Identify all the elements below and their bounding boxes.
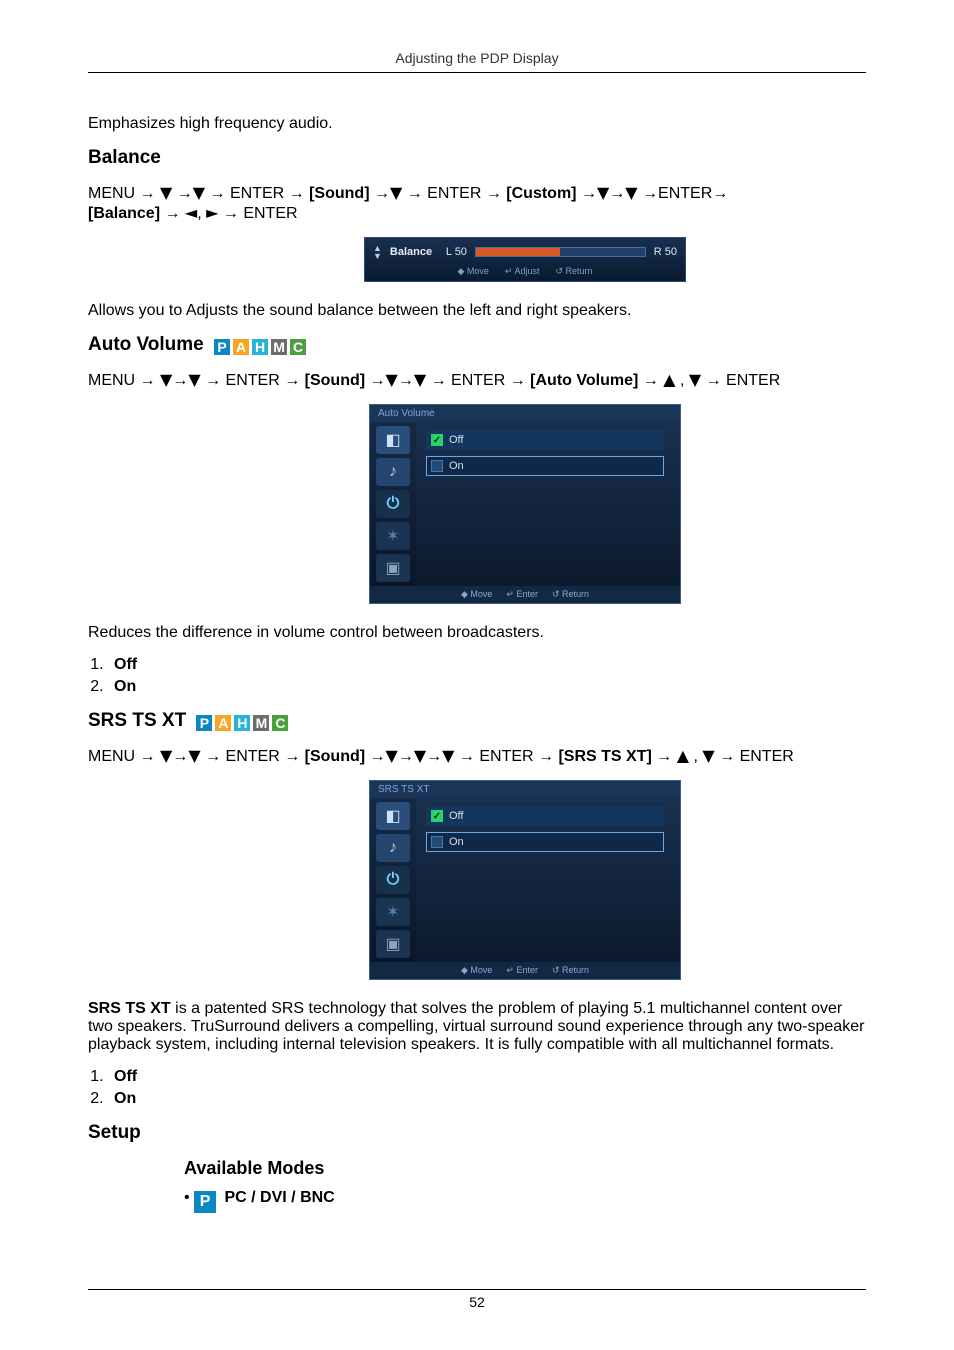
balance-desc: Allows you to Adjusts the sound balance …: [88, 302, 866, 320]
mode-a-icon: A: [232, 338, 250, 356]
osd-icon-sound: ♪: [376, 834, 410, 862]
mode-badges: P A H M C: [213, 338, 307, 356]
srs-desc: SRS TS XT is a patented SRS technology t…: [88, 1000, 866, 1054]
list-item: Off: [108, 656, 866, 674]
list-item: On: [108, 1090, 866, 1108]
check-icon: ✓: [431, 810, 443, 822]
list-item: On: [108, 678, 866, 696]
osd-icon-settings: ✶: [376, 898, 410, 926]
list-item: Off: [108, 1068, 866, 1086]
check-icon: ✓: [431, 434, 443, 446]
mode-p-icon: P: [213, 338, 231, 356]
osd-panel-title: Auto Volume: [370, 405, 680, 422]
autovolume-desc: Reduces the difference in volume control…: [88, 624, 866, 642]
osd-option-off: ✓ Off: [426, 806, 664, 826]
srs-menu-path: MENU → ▼→▼ → ENTER → [Sound] →▼→▼→▼ → EN…: [88, 746, 866, 766]
list-item: P PC / DVI / BNC: [184, 1189, 866, 1213]
osd-option-on: On: [426, 456, 664, 476]
available-modes-list: P PC / DVI / BNC: [184, 1189, 866, 1213]
osd-hint-move: ◆ Move: [457, 266, 488, 277]
mode-a-icon: A: [214, 714, 232, 732]
mode-p-icon: P: [194, 1191, 216, 1213]
osd-balance-bar: [475, 247, 646, 257]
osd-balance-panel: ▲▼ Balance L 50 R 50 ◆ Move ↵ Adjust ↺ R…: [364, 237, 686, 282]
osd-hint-adjust: ↵ Adjust: [505, 266, 540, 277]
mode-h-icon: H: [251, 338, 269, 356]
checkbox-icon: [431, 460, 443, 472]
running-header: Adjusting the PDP Display: [88, 50, 866, 73]
mode-m-icon: M: [270, 338, 288, 356]
srs-options-list: Off On: [88, 1068, 866, 1108]
mode-h-icon: H: [233, 714, 251, 732]
osd-balance-right-value: R 50: [654, 246, 677, 258]
osd-hint-move: ◆ Move: [461, 589, 492, 600]
mode-m-icon: M: [252, 714, 270, 732]
heading-setup: Setup: [88, 1122, 866, 1144]
osd-option-on: On: [426, 832, 664, 852]
heading-available-modes: Available Modes: [184, 1158, 866, 1179]
osd-icon-sound: ♪: [376, 458, 410, 486]
osd-icon-picture: ◧: [376, 802, 410, 830]
osd-hint-enter: ↵ Enter: [506, 589, 538, 600]
osd-icon-input: ▣: [376, 554, 410, 582]
osd-icon-power: ⏻: [376, 490, 410, 518]
autovolume-menu-path: MENU → ▼→▼ → ENTER → [Sound] →▼→▼ → ENTE…: [88, 370, 866, 390]
osd-hint-move: ◆ Move: [461, 965, 492, 976]
osd-icon-power: ⏻: [376, 866, 410, 894]
heading-auto-volume: Auto Volume P A H M C: [88, 334, 866, 356]
page-number: 52: [88, 1289, 866, 1310]
balance-menu-path: MENU → ▼ →▼ → ENTER → [Sound] →▼ → ENTER…: [88, 183, 866, 223]
osd-icon-settings: ✶: [376, 522, 410, 550]
autovolume-options-list: Off On: [88, 656, 866, 696]
osd-hint-return: ↺ Return: [555, 266, 592, 277]
checkbox-icon: [431, 836, 443, 848]
osd-hint-enter: ↵ Enter: [506, 965, 538, 976]
prev-section-text: Emphasizes high frequency audio.: [88, 115, 866, 133]
heading-balance: Balance: [88, 147, 866, 169]
mode-c-icon: C: [289, 338, 307, 356]
osd-icon-input: ▣: [376, 930, 410, 958]
mode-p-icon: P: [195, 714, 213, 732]
mode-badges: P A H M C: [195, 714, 289, 732]
osd-srs-panel: SRS TS XT ◧ ♪ ⏻ ✶ ▣ ✓ Off On: [369, 780, 681, 980]
osd-auto-volume-panel: Auto Volume ◧ ♪ ⏻ ✶ ▣ ✓ Off On: [369, 404, 681, 604]
chevron-down-icon: ▼: [373, 252, 382, 260]
heading-srs-ts-xt: SRS TS XT P A H M C: [88, 710, 866, 732]
mode-c-icon: C: [271, 714, 289, 732]
osd-hint-return: ↺ Return: [552, 589, 589, 600]
osd-balance-left-value: L 50: [446, 246, 467, 258]
osd-balance-label: Balance: [390, 246, 438, 258]
osd-panel-title: SRS TS XT: [370, 781, 680, 798]
osd-icon-picture: ◧: [376, 426, 410, 454]
osd-option-off: ✓ Off: [426, 430, 664, 450]
osd-hint-return: ↺ Return: [552, 965, 589, 976]
